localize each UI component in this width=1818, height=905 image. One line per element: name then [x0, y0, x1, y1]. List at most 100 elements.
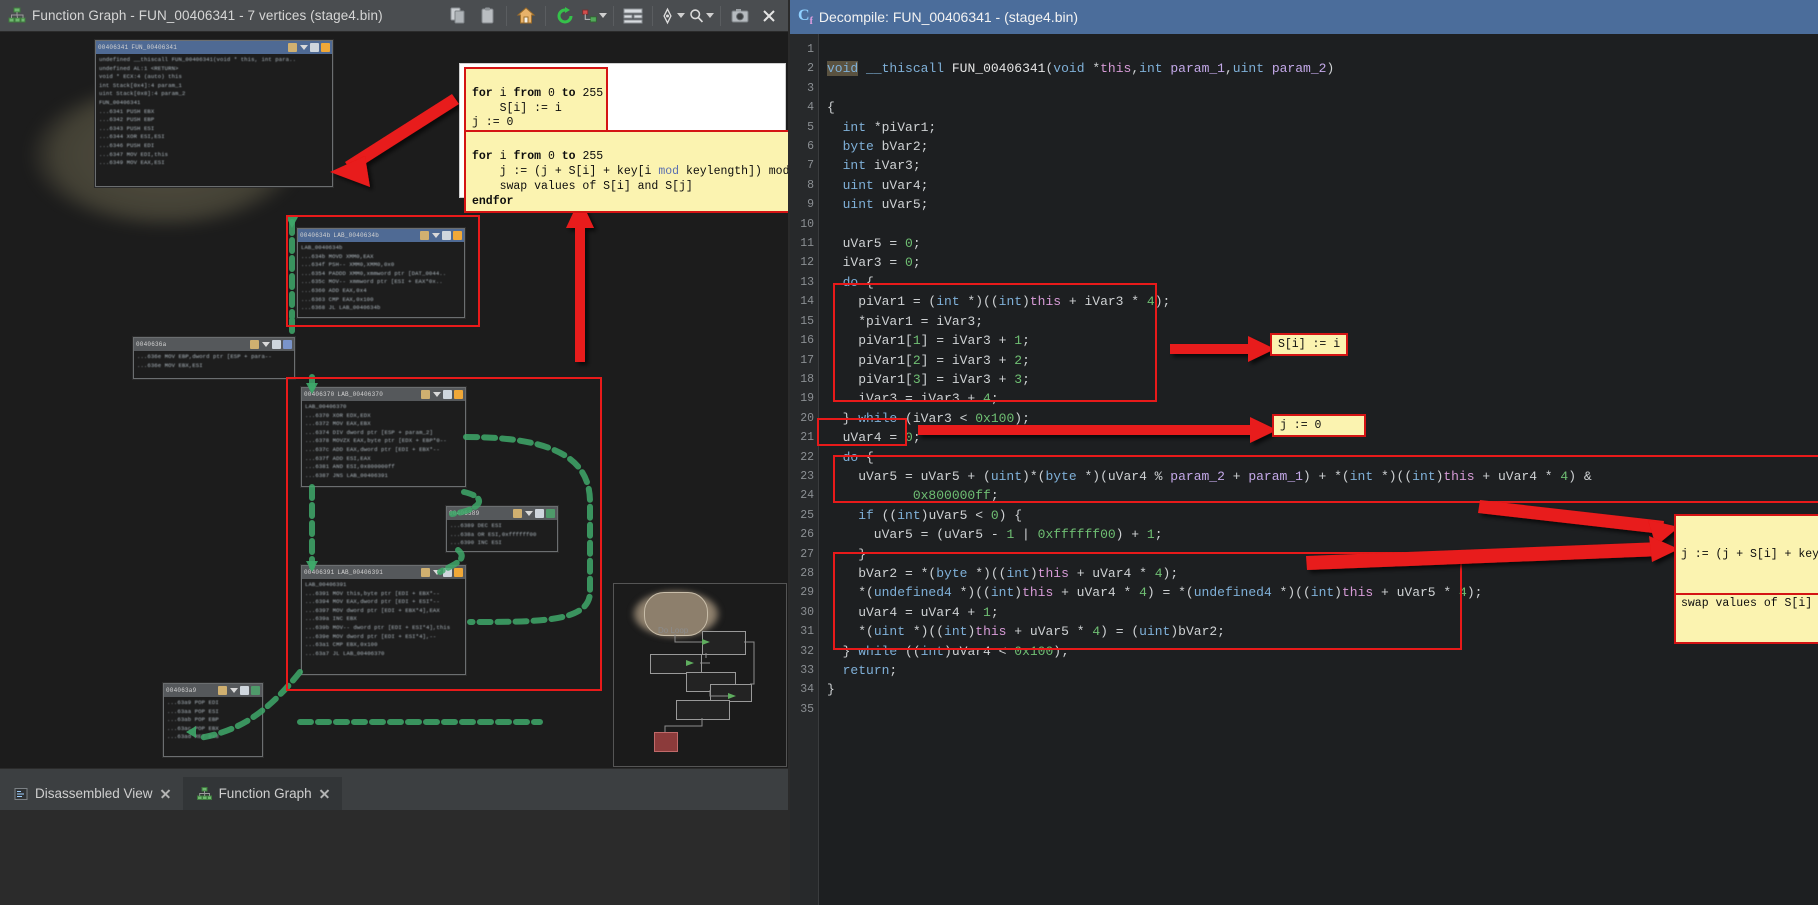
asm-line: void * ECX:4 (auto) this [99, 73, 182, 81]
node-menu-caret[interactable] [433, 570, 441, 575]
graph-node-tools[interactable] [420, 231, 462, 240]
graph-node-lab-00406370[interactable]: 00406370 LAB_00406370 LAB_00406370 ...63… [301, 387, 466, 487]
refresh-icon[interactable] [552, 4, 578, 28]
code-line: do { [842, 274, 874, 290]
paste-icon[interactable] [474, 4, 500, 28]
window-icon[interactable] [442, 231, 451, 240]
graph-node-lab-00406391[interactable]: 00406391 LAB_00406391 LAB_00406391 ...63… [301, 565, 466, 675]
home-icon[interactable] [513, 4, 539, 28]
close-icon[interactable] [160, 788, 171, 799]
asm-line: ...6360 ADD EAX,0x4 [301, 286, 367, 294]
grouping-icon[interactable] [620, 4, 646, 28]
fullscreen-icon[interactable] [454, 390, 463, 399]
graph-node-tools[interactable] [288, 43, 330, 52]
code-line: piVar1 = (int *)((int)this + iVar3 * 4); [827, 294, 1171, 310]
graph-node-header[interactable]: 00406389 [447, 507, 557, 520]
magnify-icon[interactable] [688, 4, 714, 28]
line-number: 15 [800, 314, 814, 328]
decompiled-source[interactable]: void __thiscall FUN_00406341(void *this,… [819, 34, 1818, 905]
copy-icon[interactable] [445, 4, 471, 28]
line-number: 14 [800, 295, 814, 309]
edit-icon[interactable] [218, 686, 227, 695]
navigate-dropdown-caret[interactable] [677, 13, 685, 18]
window-icon[interactable] [443, 568, 452, 577]
graph-node-address: 00406389 [449, 510, 480, 517]
window-icon[interactable] [310, 43, 319, 52]
graph-node-tools[interactable] [250, 340, 292, 349]
line-number: 30 [800, 605, 814, 619]
asm-line: ...6346 PUSH EDI [99, 141, 155, 149]
edit-icon[interactable] [421, 390, 430, 399]
fullscreen-icon[interactable] [251, 686, 260, 695]
toolbar-separator-5 [720, 5, 721, 26]
asm-line: ...637f ADD ESI,EAX [305, 454, 371, 462]
graph-node-header[interactable]: 00406341 FUN_00406341 [96, 41, 332, 54]
code-line: void __thiscall FUN_00406341(void *this,… [827, 61, 1335, 77]
node-menu-caret[interactable] [300, 45, 308, 50]
graph-node-header[interactable]: 0040636a [134, 338, 294, 351]
magnify-dropdown-caret[interactable] [706, 13, 714, 18]
edit-icon[interactable] [250, 340, 259, 349]
asm-line: ...6341 PUSH EBX [99, 107, 155, 115]
graph-node-tools[interactable] [421, 568, 463, 577]
fullscreen-icon[interactable] [283, 340, 292, 349]
edit-icon[interactable] [288, 43, 297, 52]
layout-dropdown-caret[interactable] [599, 13, 607, 18]
node-menu-caret[interactable] [433, 392, 441, 397]
node-menu-caret[interactable] [230, 688, 238, 693]
tab-label: Disassembled View [35, 786, 153, 801]
close-panel-icon[interactable] [756, 4, 782, 28]
asm-line: ...6363 CMP EAX,0x100 [301, 295, 374, 303]
callout-decomp-si: S[i] := i [1270, 333, 1349, 356]
graph-node-lab-00406389[interactable]: 00406389 ...6389 DEC ESI ...638a OR ESI,… [446, 506, 558, 552]
fullscreen-icon[interactable] [546, 509, 555, 518]
tab-disassembled-view[interactable]: Disassembled View [0, 777, 183, 810]
window-icon[interactable] [535, 509, 544, 518]
graph-node-lab-0040636a[interactable]: 0040636a ...636e MOV EBP,dword ptr [ESP … [133, 337, 295, 379]
graph-node-header[interactable]: 004063a9 [164, 684, 262, 697]
satellite-loop-label: Do Loop [658, 626, 689, 635]
tab-function-graph[interactable]: Function Graph [182, 777, 342, 810]
node-menu-caret[interactable] [262, 342, 270, 347]
window-icon[interactable] [443, 390, 452, 399]
toolbar-separator-4 [652, 5, 653, 26]
edit-icon[interactable] [420, 231, 429, 240]
edit-icon[interactable] [421, 568, 430, 577]
node-menu-caret[interactable] [432, 233, 440, 238]
code-line: if ((int)uVar5 < 0) { [858, 507, 1023, 523]
graph-node-tools[interactable] [513, 509, 555, 518]
edit-icon[interactable] [513, 509, 522, 518]
satellite-overview[interactable]: Do Loop [613, 583, 787, 767]
graph-node-address: 00406341 [98, 44, 129, 51]
code-line: 0x800000ff; [912, 488, 999, 504]
line-number: 29 [800, 586, 814, 600]
node-menu-caret[interactable] [525, 511, 533, 516]
graph-layout-icon[interactable] [581, 4, 607, 28]
graph-node-lab-004063a9[interactable]: 004063a9 ...63a9 POP EDI ...63aa POP ESI… [163, 683, 263, 757]
decompile-code-view[interactable]: 1 2 3 4 5 6 7 8 9 10 11 12 13 14 15 16 1… [790, 34, 1818, 905]
graph-node-header[interactable]: 00406370 LAB_00406370 [302, 388, 465, 401]
navigate-icon[interactable] [659, 4, 685, 28]
close-icon[interactable] [319, 788, 330, 799]
graph-node-header[interactable]: 00406391 LAB_00406391 [302, 566, 465, 579]
graph-node-lab-0040634b[interactable]: 0040634b LAB_0040634b LAB_0040634b ...63… [297, 228, 465, 318]
line-number: 1 [807, 43, 814, 56]
callout-ksa-loop: for i from 0 to 255 j := (j + S[i] + key… [464, 130, 788, 213]
fullscreen-icon[interactable] [321, 43, 330, 52]
line-number: 13 [800, 275, 814, 289]
snapshot-icon[interactable] [727, 4, 753, 28]
graph-node-address: 0040636a [136, 341, 167, 348]
fullscreen-icon[interactable] [454, 568, 463, 577]
graph-node-header[interactable]: 0040634b LAB_0040634b [298, 229, 464, 242]
fullscreen-icon[interactable] [453, 231, 462, 240]
graph-node-tools[interactable] [421, 390, 463, 399]
window-icon[interactable] [272, 340, 281, 349]
function-graph-canvas[interactable]: 00406341 FUN_00406341 undefined __thisca… [0, 32, 788, 768]
graph-node-label: LAB_00406391 [337, 569, 384, 576]
graph-node-entry[interactable]: 00406341 FUN_00406341 undefined __thisca… [95, 40, 333, 187]
graph-node-address: 00406370 [304, 391, 335, 398]
window-icon[interactable] [240, 686, 249, 695]
graph-node-tools[interactable] [218, 686, 260, 695]
